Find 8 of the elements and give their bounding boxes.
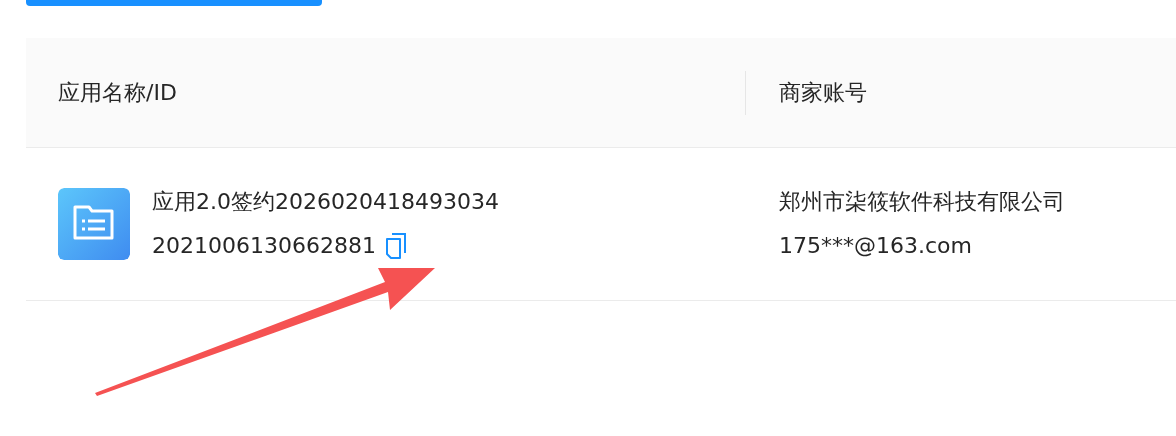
column-header: 商家账号 bbox=[779, 80, 867, 105]
column-header: 应用名称/ID bbox=[58, 80, 177, 105]
app-id: 2021006130662881 bbox=[152, 232, 376, 260]
app-name: 应用2.0签约2026020418493034 bbox=[152, 188, 499, 216]
app-icon bbox=[58, 188, 130, 260]
merchant-account: 175***@163.com bbox=[779, 232, 973, 260]
merchant-name: 郑州市柒筱软件科技有限公司 bbox=[779, 188, 1065, 216]
copy-icon[interactable] bbox=[385, 233, 406, 259]
